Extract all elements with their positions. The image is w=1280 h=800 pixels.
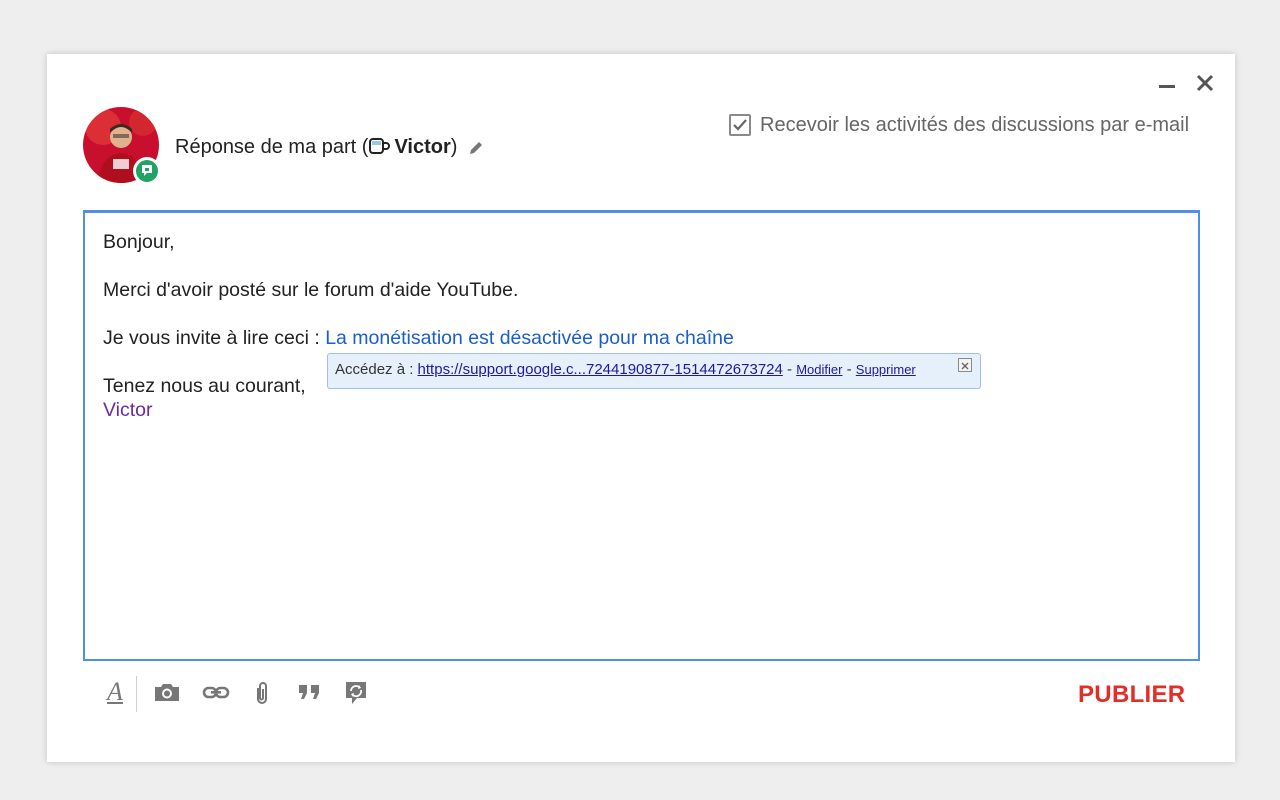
link-icon[interactable] xyxy=(202,680,230,704)
link-remove-link[interactable]: Supprimer xyxy=(856,362,916,377)
quote-icon[interactable] xyxy=(297,680,321,704)
mug-icon xyxy=(368,136,391,162)
reply-suffix: ) xyxy=(450,136,458,158)
email-notify-checkbox[interactable] xyxy=(729,114,751,136)
camera-icon[interactable] xyxy=(153,680,179,704)
email-notify-label: Recevoir les activités des discussions p… xyxy=(760,114,1190,136)
hangouts-icon[interactable] xyxy=(343,680,367,704)
signature-text: Victor xyxy=(103,399,153,421)
link-popup: Accédez à : https://support.google.c...7… xyxy=(327,353,981,389)
reply-prefix: Réponse de ma part ( xyxy=(175,136,369,158)
link-popup-prefix: Accédez à : xyxy=(335,361,418,378)
link-popup-url[interactable]: https://support.google.c...7244190877-15… xyxy=(418,361,783,378)
minimize-icon[interactable] xyxy=(1156,74,1178,96)
format-text-icon[interactable]: A xyxy=(103,679,127,705)
invite-line: Je vous invite à lire ceci : La monétisa… xyxy=(103,327,734,350)
thanks-text: Merci d'avoir posté sur le forum d'aide … xyxy=(103,279,519,301)
message-editor[interactable]: Bonjour, Merci d'avoir posté sur le foru… xyxy=(83,210,1200,661)
edit-pencil-icon[interactable] xyxy=(467,139,485,157)
toolbar-divider xyxy=(136,676,137,712)
hangouts-badge-icon xyxy=(133,157,161,185)
link-edit-link[interactable]: Modifier xyxy=(796,362,842,377)
reply-name: Victor xyxy=(394,136,451,158)
greeting-text: Bonjour, xyxy=(103,231,175,253)
closing-text: Tenez nous au courant, xyxy=(103,375,306,397)
link-popup-close-icon[interactable] xyxy=(958,358,972,372)
attachment-icon[interactable] xyxy=(252,680,276,704)
invite-text: Je vous invite à lire ceci : xyxy=(103,327,326,349)
reply-as-label: Réponse de ma part ( Victor) xyxy=(175,136,457,162)
link-popup-sep2: - xyxy=(842,361,856,378)
close-icon[interactable] xyxy=(1194,72,1216,94)
reply-dialog: Réponse de ma part ( Victor) Recevoir les… xyxy=(47,54,1235,762)
publish-button[interactable]: PUBLIER xyxy=(1078,681,1185,709)
article-link[interactable]: La monétisation est désactivée pour ma c… xyxy=(325,327,734,349)
link-popup-sep1: - xyxy=(782,361,797,378)
